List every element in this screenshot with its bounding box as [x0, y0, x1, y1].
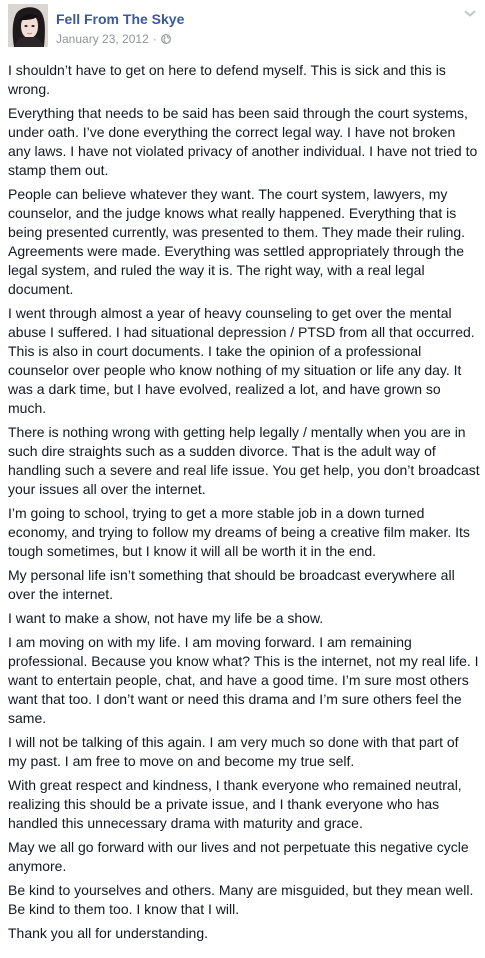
post-paragraph: With great respect and kindness, I thank…: [8, 777, 462, 831]
post-paragraph: I’m going to school, trying to get a mor…: [8, 505, 470, 559]
post-paragraph: I will not be talking of this again. I a…: [8, 734, 459, 769]
avatar[interactable]: [8, 4, 48, 47]
globe-icon[interactable]: [160, 34, 171, 44]
post-paragraph: Thank you all for understanding.: [8, 925, 209, 941]
post-date[interactable]: January 23, 2012: [56, 32, 149, 46]
post-paragraph: May we all go forward with our lives and…: [8, 839, 469, 874]
post-paragraph: Be kind to yourselves and others. Many a…: [8, 882, 474, 917]
post-paragraph: I am moving on with my life. I am moving…: [8, 634, 479, 726]
author-name[interactable]: Fell From The Skye: [56, 11, 184, 27]
avatar-image: [8, 4, 48, 47]
meta-separator: ·: [152, 32, 157, 46]
post-paragraph: I want to make a show, not have my life …: [8, 610, 324, 626]
post-paragraph: My personal life isn’t something that sh…: [8, 567, 455, 602]
chevron-down-icon[interactable]: [463, 8, 477, 18]
post-paragraph: I went through almost a year of heavy co…: [8, 305, 475, 416]
facebook-post: Fell From The Skye January 23, 2012 · I …: [0, 0, 485, 958]
post-paragraph: There is nothing wrong with getting help…: [8, 424, 480, 497]
post-paragraph: Everything that needs to be said has bee…: [8, 105, 478, 178]
post-paragraph: I shouldn’t have to get on here to defen…: [8, 62, 446, 97]
post-body: I shouldn’t have to get on here to defen…: [8, 61, 480, 948]
post-meta: January 23, 2012 ·: [56, 32, 171, 46]
post-paragraph: People can believe whatever they want. T…: [8, 186, 466, 297]
post-header: Fell From The Skye January 23, 2012 ·: [8, 4, 477, 50]
